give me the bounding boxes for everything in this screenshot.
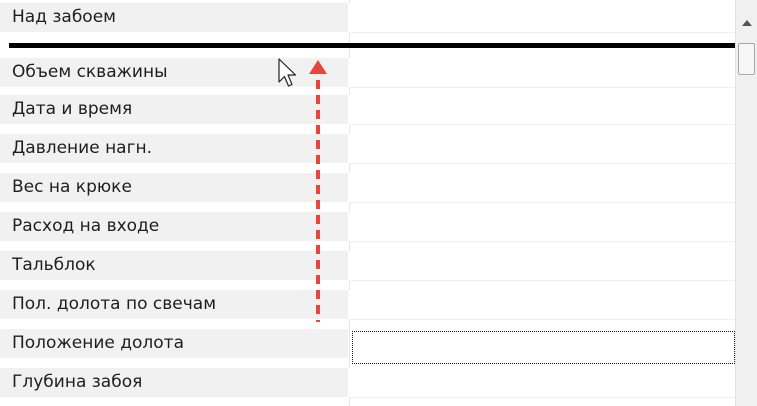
vertical-scrollbar[interactable] xyxy=(735,0,757,406)
row-value-cell[interactable] xyxy=(349,212,735,242)
row-label[interactable]: Над забоем xyxy=(0,3,348,33)
row-label[interactable]: Глубина забоя xyxy=(0,368,348,398)
row-label[interactable]: Положение долота xyxy=(0,329,348,359)
grid-row[interactable]: Расход на входе xyxy=(0,209,735,242)
grid-row[interactable]: Тальблок xyxy=(0,248,735,281)
mouse-pointer-icon xyxy=(278,58,297,87)
drop-position-indicator xyxy=(9,43,735,48)
grid-row[interactable]: Вес на крюке xyxy=(0,170,735,203)
row-label[interactable]: Расход на входе xyxy=(0,212,348,242)
row-label[interactable]: Пол. долота по свечам xyxy=(0,290,348,320)
grid-row[interactable]: Глубина забоя xyxy=(0,365,735,398)
row-value-cell[interactable] xyxy=(349,58,735,88)
row-value-cell[interactable] xyxy=(349,290,735,320)
grid-row[interactable]: Объем скважины xyxy=(0,55,735,88)
grid-row[interactable]: Дата и время xyxy=(0,92,735,125)
row-value-cell[interactable] xyxy=(349,368,735,398)
parameter-grid: Над забоем Объем скважины Дата и время Д… xyxy=(0,0,757,406)
grid-row[interactable]: Пол. долота по свечам xyxy=(0,287,735,320)
grid-row[interactable]: Давление нагн. xyxy=(0,131,735,164)
row-label[interactable]: Дата и время xyxy=(0,95,348,125)
dashed-up-arrow-icon xyxy=(309,60,327,322)
row-value-cell[interactable] xyxy=(349,134,735,164)
row-value-cell[interactable] xyxy=(349,251,735,281)
row-value-cell[interactable] xyxy=(349,3,735,33)
row-value-cell[interactable] xyxy=(349,95,735,125)
row-value-cell-focused[interactable] xyxy=(352,331,735,364)
row-label[interactable]: Тальблок xyxy=(0,251,348,281)
grid-row[interactable]: Положение долота xyxy=(0,326,735,364)
row-label[interactable]: Вес на крюке xyxy=(0,173,348,203)
row-label[interactable]: Давление нагн. xyxy=(0,134,348,164)
scroll-thumb[interactable] xyxy=(738,43,755,75)
grid-row[interactable]: Над забоем xyxy=(0,0,735,33)
row-value-cell[interactable] xyxy=(349,173,735,203)
scroll-up-icon[interactable] xyxy=(736,8,757,38)
